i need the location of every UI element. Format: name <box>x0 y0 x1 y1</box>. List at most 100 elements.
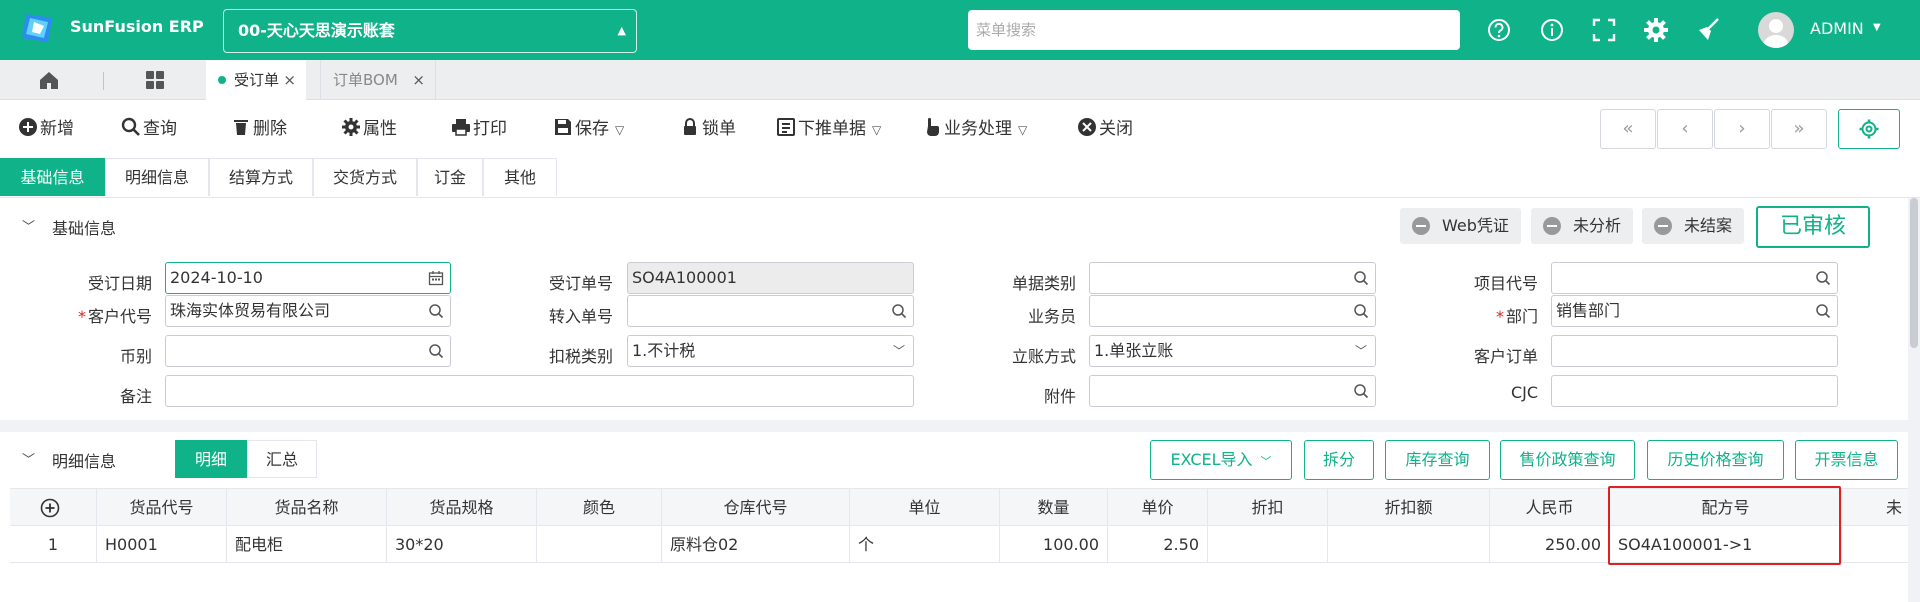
account-method-select[interactable]: 1.单张立账 ﹀ <box>1089 335 1376 367</box>
close-icon[interactable]: × <box>412 60 425 100</box>
cell-goods-spec[interactable]: 30*20 <box>387 526 537 563</box>
col-header-goods-name[interactable]: 货品名称 <box>227 489 387 526</box>
cell-goods-code[interactable]: H0001 <box>97 526 227 563</box>
chevron-down-icon[interactable]: ﹀ <box>893 336 905 366</box>
tab-settlement[interactable]: 结算方式 <box>209 158 313 196</box>
cell-price[interactable]: 2.50 <box>1108 526 1208 563</box>
tab-sales-order[interactable]: 受订单 × <box>206 60 306 100</box>
split-button[interactable]: 拆分 <box>1304 440 1374 480</box>
menu-search-input[interactable] <box>968 10 1460 50</box>
next-record-button[interactable]: › <box>1714 109 1770 149</box>
toolbar-settings-button[interactable] <box>1838 109 1900 149</box>
stock-query-button[interactable]: 库存查询 <box>1385 440 1490 480</box>
col-header-discount[interactable]: 折扣 <box>1208 489 1328 526</box>
col-header-truncated[interactable]: 未 <box>1842 489 1902 526</box>
add-button[interactable]: 新增 <box>18 117 74 141</box>
info-icon[interactable] <box>1538 16 1566 44</box>
search-icon[interactable] <box>1353 270 1369 286</box>
delete-button[interactable]: 删除 <box>231 117 287 141</box>
col-header-unit[interactable]: 单位 <box>850 489 1000 526</box>
chevron-down-icon[interactable]: ﹀ <box>22 216 35 235</box>
cell-rmb[interactable]: 250.00 <box>1490 526 1610 563</box>
subtab-detail[interactable]: 明细 <box>175 440 247 478</box>
query-button[interactable]: 查询 <box>121 117 177 141</box>
search-icon[interactable] <box>428 303 444 319</box>
invoice-info-button[interactable]: 开票信息 <box>1795 440 1898 480</box>
search-icon[interactable] <box>428 343 444 359</box>
col-header-qty[interactable]: 数量 <box>1000 489 1108 526</box>
cell-warehouse[interactable]: 原料仓02 <box>662 526 850 563</box>
last-record-button[interactable]: » <box>1771 109 1827 149</box>
col-header-goods-spec[interactable]: 货品规格 <box>387 489 537 526</box>
cell-discount-amt[interactable] <box>1328 526 1490 563</box>
col-header-rmb[interactable]: 人民币 <box>1490 489 1610 526</box>
settings-icon[interactable] <box>1642 16 1670 44</box>
business-button[interactable]: 业务处理 ▽ <box>922 117 1027 141</box>
tax-type-select[interactable]: 1.不计税 ﹀ <box>627 335 914 367</box>
grid-icon[interactable] <box>144 69 166 91</box>
cjc-field[interactable] <box>1551 375 1838 407</box>
close-icon[interactable]: × <box>283 60 296 100</box>
price-policy-query-button[interactable]: 售价政策查询 <box>1500 440 1635 480</box>
scrollbar-thumb[interactable] <box>1910 198 1918 348</box>
tab-other[interactable]: 其他 <box>483 158 557 196</box>
order-date-field[interactable]: 2024-10-10 <box>165 262 451 294</box>
doc-type-field[interactable] <box>1089 262 1376 294</box>
search-icon[interactable] <box>1815 270 1831 286</box>
salesperson-field[interactable] <box>1089 295 1376 327</box>
plus-circle-icon[interactable] <box>40 498 60 518</box>
chevron-down-icon[interactable]: ﹀ <box>1355 336 1367 366</box>
col-header-color[interactable]: 颜色 <box>537 489 662 526</box>
calendar-icon[interactable] <box>428 270 444 286</box>
search-icon[interactable] <box>891 303 907 319</box>
remark-field[interactable] <box>165 375 914 407</box>
chevron-down-icon[interactable]: ▽ <box>615 123 624 137</box>
project-code-field[interactable] <box>1551 262 1838 294</box>
close-button[interactable]: 关闭 <box>1077 117 1133 141</box>
prev-record-button[interactable]: ‹ <box>1657 109 1713 149</box>
tab-basic-info[interactable]: 基础信息 <box>0 158 105 196</box>
tab-order-bom[interactable]: 订单BOM × <box>320 60 436 100</box>
chevron-down-icon[interactable]: ▽ <box>1018 123 1027 137</box>
price-history-query-button[interactable]: 历史价格查询 <box>1647 440 1784 480</box>
cell-qty[interactable]: 100.00 <box>1000 526 1108 563</box>
caret-down-icon[interactable]: ▼ <box>1873 22 1881 33</box>
attachment-field[interactable] <box>1089 375 1376 407</box>
tab-delivery[interactable]: 交货方式 <box>313 158 417 196</box>
lock-button[interactable]: 锁单 <box>680 117 736 141</box>
search-icon[interactable] <box>1353 303 1369 319</box>
broom-icon[interactable] <box>1694 16 1722 44</box>
col-header-price[interactable]: 单价 <box>1108 489 1208 526</box>
vertical-scrollbar[interactable] <box>1908 198 1920 602</box>
first-record-button[interactable]: « <box>1600 109 1656 149</box>
account-select[interactable]: 00-天心天思演示账套 ▲ <box>223 9 637 53</box>
print-button[interactable]: 打印 <box>451 117 507 141</box>
avatar[interactable] <box>1758 12 1794 48</box>
tab-detail-info[interactable]: 明细信息 <box>105 158 209 196</box>
transfer-no-field[interactable] <box>627 295 914 327</box>
help-icon[interactable] <box>1485 16 1513 44</box>
cell-goods-name[interactable]: 配电柜 <box>227 526 387 563</box>
save-button[interactable]: 保存 ▽ <box>553 117 624 141</box>
col-header-warehouse[interactable]: 仓库代号 <box>662 489 850 526</box>
tab-deposit[interactable]: 订金 <box>417 158 483 196</box>
home-icon[interactable] <box>38 69 60 91</box>
properties-button[interactable]: 属性 <box>341 117 397 141</box>
search-icon[interactable] <box>1353 383 1369 399</box>
excel-import-button[interactable]: EXCEL导入 ﹀ <box>1150 440 1292 480</box>
fullscreen-icon[interactable] <box>1590 16 1618 44</box>
push-down-button[interactable]: 下推单据 ▽ <box>776 117 881 141</box>
cell-discount[interactable] <box>1208 526 1328 563</box>
chevron-down-icon[interactable]: ﹀ <box>22 449 35 468</box>
chevron-down-icon[interactable]: ▽ <box>872 123 881 137</box>
cell-unit[interactable]: 个 <box>850 526 1000 563</box>
cell-color[interactable] <box>537 526 662 563</box>
department-field[interactable]: 销售部门 <box>1551 295 1838 327</box>
col-header-goods-code[interactable]: 货品代号 <box>97 489 227 526</box>
subtab-summary[interactable]: 汇总 <box>247 440 317 478</box>
col-header-discount-amt[interactable]: 折扣额 <box>1328 489 1490 526</box>
search-icon[interactable] <box>1815 303 1831 319</box>
currency-field[interactable] <box>165 335 451 367</box>
customer-order-field[interactable] <box>1551 335 1838 367</box>
user-name[interactable]: ADMIN <box>1810 19 1864 38</box>
